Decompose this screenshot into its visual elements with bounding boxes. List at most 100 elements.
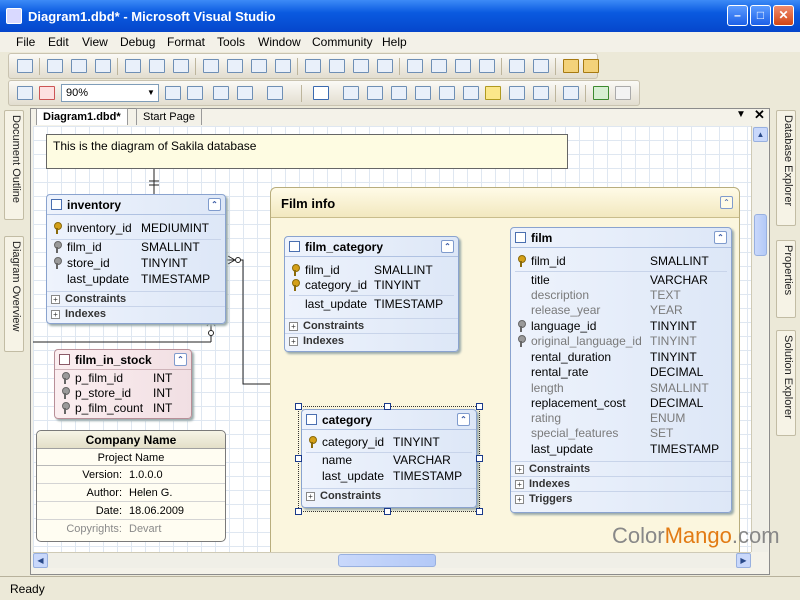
align-icon[interactable] <box>17 59 33 73</box>
hspacing-decrease-icon[interactable] <box>353 59 369 73</box>
column-row[interactable]: category_id TINYINT <box>292 278 460 294</box>
menu-help[interactable]: Help <box>382 35 407 49</box>
grid-size-icon[interactable] <box>275 59 291 73</box>
section-indexes[interactable]: + Indexes <box>511 476 731 491</box>
column-row[interactable]: replacement_cost DECIMAL <box>531 396 731 412</box>
column-row[interactable]: last_update TIMESTAMP <box>531 442 731 458</box>
scroll-up-icon[interactable]: ▲ <box>753 127 768 142</box>
resize-handle[interactable] <box>384 508 391 515</box>
menu-edit[interactable]: Edit <box>48 35 69 49</box>
tab-start-page[interactable]: Start Page <box>136 108 202 125</box>
resize-handle[interactable] <box>384 403 391 410</box>
view-tool-icon[interactable] <box>367 86 383 100</box>
vertical-scroll-thumb[interactable] <box>754 214 767 256</box>
entity-inventory[interactable]: inventory ⌃ inventory_id MEDIUMINT film_i… <box>46 194 226 324</box>
menu-window[interactable]: Window <box>258 35 301 49</box>
collapse-icon[interactable]: ⌃ <box>720 196 733 209</box>
same-size-icon[interactable] <box>251 59 267 73</box>
table-tool-icon[interactable] <box>343 86 359 100</box>
diagram-note[interactable]: This is the diagram of Sakila database <box>46 134 568 169</box>
close-button[interactable]: ✕ <box>773 5 794 26</box>
column-row[interactable]: rental_rate DECIMAL <box>531 365 731 381</box>
note-tool-icon[interactable] <box>485 86 501 100</box>
company-stamp[interactable]: Company Name Project Name Version: 1.0.0.… <box>36 430 226 542</box>
menu-format[interactable]: Format <box>167 35 205 49</box>
column-row[interactable]: title VARCHAR <box>531 273 731 289</box>
vspacing-remove-icon[interactable] <box>479 59 495 73</box>
zoom-reset-icon[interactable] <box>39 86 55 100</box>
zoom-out-icon[interactable] <box>187 86 203 100</box>
vspacing-equal-icon[interactable] <box>407 59 423 73</box>
menu-debug[interactable]: Debug <box>120 35 155 49</box>
section-constraints[interactable]: + Constraints <box>511 461 731 476</box>
same-width-icon[interactable] <box>203 59 219 73</box>
same-height-icon[interactable] <box>227 59 243 73</box>
column-row[interactable]: special_features SET <box>531 426 731 442</box>
column-row[interactable]: rating ENUM <box>531 411 731 427</box>
procedure-tool-icon[interactable] <box>391 86 407 100</box>
resize-handle[interactable] <box>476 403 483 410</box>
diagram-overview-tab[interactable]: Diagram Overview <box>4 236 24 352</box>
entity-film-category[interactable]: film_category ⌃ film_id SMALLINT category… <box>284 236 459 352</box>
close-tab-icon[interactable]: ✕ <box>754 107 765 123</box>
column-row[interactable]: release_year YEAR <box>531 303 731 319</box>
horizontal-scrollbar[interactable]: ◀ ▶ <box>33 552 751 568</box>
minimize-button[interactable]: – <box>727 5 748 26</box>
stamp-tool-icon[interactable] <box>509 86 525 100</box>
vspacing-decrease-icon[interactable] <box>455 59 471 73</box>
column-row[interactable]: rental_duration TINYINT <box>531 350 731 366</box>
bring-to-front-icon[interactable] <box>563 59 579 73</box>
send-to-back-icon[interactable] <box>583 59 599 73</box>
align-center-icon[interactable] <box>71 59 87 73</box>
collapse-icon[interactable]: ⌃ <box>208 198 221 211</box>
center-vertically-icon[interactable] <box>533 59 549 73</box>
column-row[interactable]: original_language_id TINYINT <box>518 334 731 350</box>
section-constraints[interactable]: + Constraints <box>285 318 458 333</box>
align-bottom-icon[interactable] <box>173 59 189 73</box>
zoom-in-icon[interactable] <box>165 86 181 100</box>
entity-film-in-stock[interactable]: film_in_stock ⌃ p_film_id INT p_store_id I… <box>54 349 192 419</box>
parameter-row[interactable]: p_film_id INT <box>62 371 193 387</box>
column-row[interactable]: film_id SMALLINT <box>292 263 460 279</box>
menu-view[interactable]: View <box>82 35 108 49</box>
hspacing-equal-icon[interactable] <box>305 59 321 73</box>
resize-handle[interactable] <box>295 455 302 462</box>
column-row[interactable]: inventory_id MEDIUMINT <box>54 221 227 237</box>
image-tool-icon[interactable] <box>533 86 549 100</box>
maximize-button[interactable]: □ <box>750 5 771 26</box>
resize-handle[interactable] <box>476 455 483 462</box>
menu-community[interactable]: Community <box>312 35 373 49</box>
fit-to-window-icon[interactable] <box>17 86 33 100</box>
collapse-icon[interactable]: ⌃ <box>714 231 727 244</box>
print-icon[interactable] <box>267 86 283 100</box>
scroll-right-icon[interactable]: ▶ <box>736 553 751 568</box>
function-tool-icon[interactable] <box>415 86 431 100</box>
column-row[interactable]: film_id SMALLINT <box>54 240 227 256</box>
menu-file[interactable]: File <box>16 35 35 49</box>
align-top-icon[interactable] <box>125 59 141 73</box>
center-horizontally-icon[interactable] <box>509 59 525 73</box>
align-middle-icon[interactable] <box>149 59 165 73</box>
menu-tools[interactable]: Tools <box>217 35 245 49</box>
vertical-scrollbar[interactable]: ▲ <box>751 126 768 552</box>
chevron-down-icon[interactable]: ▼ <box>145 85 157 101</box>
align-left-icon[interactable] <box>47 59 63 73</box>
properties-tab[interactable]: Properties <box>776 240 796 318</box>
column-row[interactable]: store_id TINYINT <box>54 256 227 272</box>
resize-handle[interactable] <box>476 508 483 515</box>
section-indexes[interactable]: + Indexes <box>285 333 458 348</box>
relation-tool-icon[interactable] <box>439 86 455 100</box>
parameter-row[interactable]: p_film_count INT <box>62 401 193 417</box>
chevron-down-icon[interactable]: ▼ <box>736 109 746 120</box>
scroll-left-icon[interactable]: ◀ <box>33 553 48 568</box>
delete-icon[interactable] <box>615 86 631 100</box>
solution-explorer-tab[interactable]: Solution Explorer <box>776 330 796 436</box>
column-row[interactable]: last_update TIMESTAMP <box>305 297 460 313</box>
section-constraints[interactable]: + Constraints <box>47 291 225 306</box>
horizontal-scroll-thumb[interactable] <box>338 554 436 567</box>
column-row[interactable]: last_update TIMESTAMP <box>67 272 227 288</box>
vspacing-increase-icon[interactable] <box>431 59 447 73</box>
layout-diagram-icon[interactable] <box>563 86 579 100</box>
document-outline-tab[interactable]: Document Outline <box>4 110 24 220</box>
pointer-icon[interactable] <box>313 86 329 100</box>
